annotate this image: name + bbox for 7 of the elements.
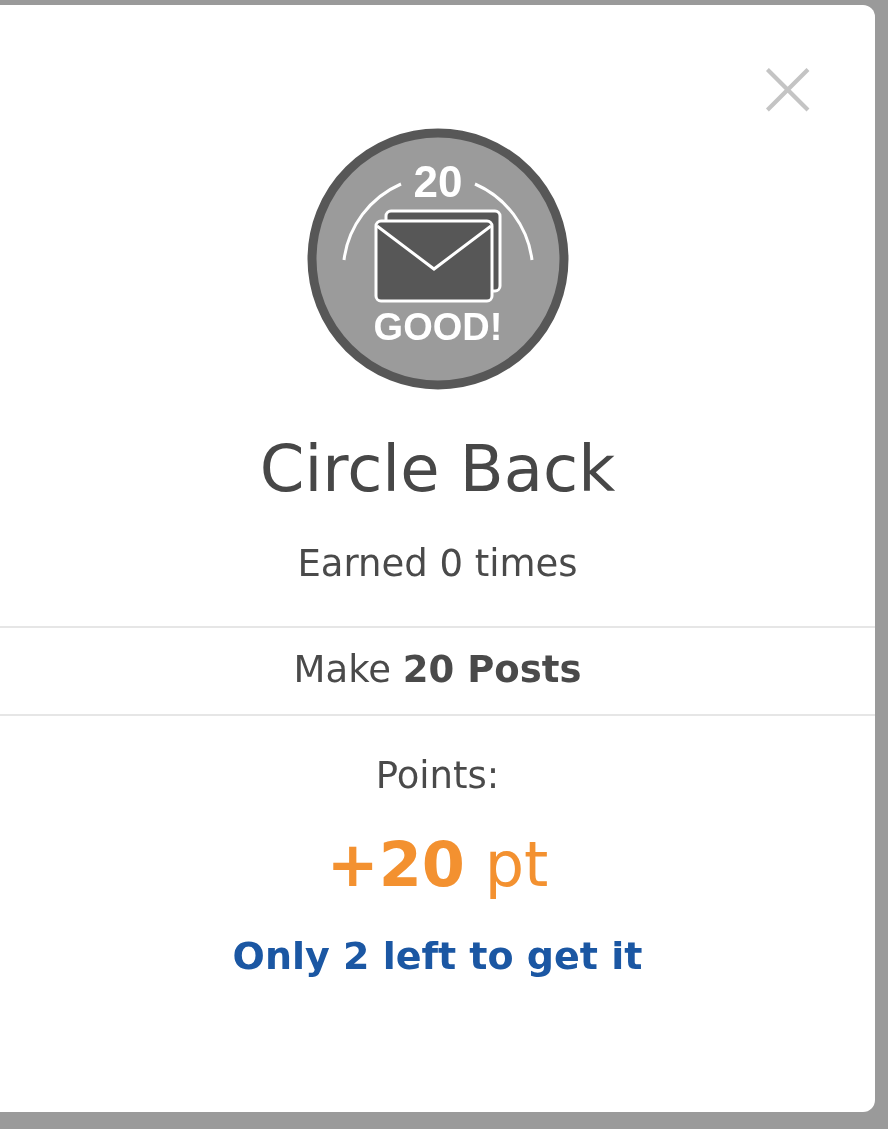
points-label: Points: xyxy=(375,753,500,798)
requirement-text: Make 20 Posts xyxy=(293,648,582,693)
envelope-badge-icon: 20 GOOD! xyxy=(305,127,570,391)
remaining-link[interactable]: Only 2 left to get it xyxy=(232,934,643,979)
earned-count-text: Earned 0 times xyxy=(297,541,578,587)
points-value: +20 pt xyxy=(326,827,549,903)
achievement-title: Circle Back xyxy=(259,431,616,508)
